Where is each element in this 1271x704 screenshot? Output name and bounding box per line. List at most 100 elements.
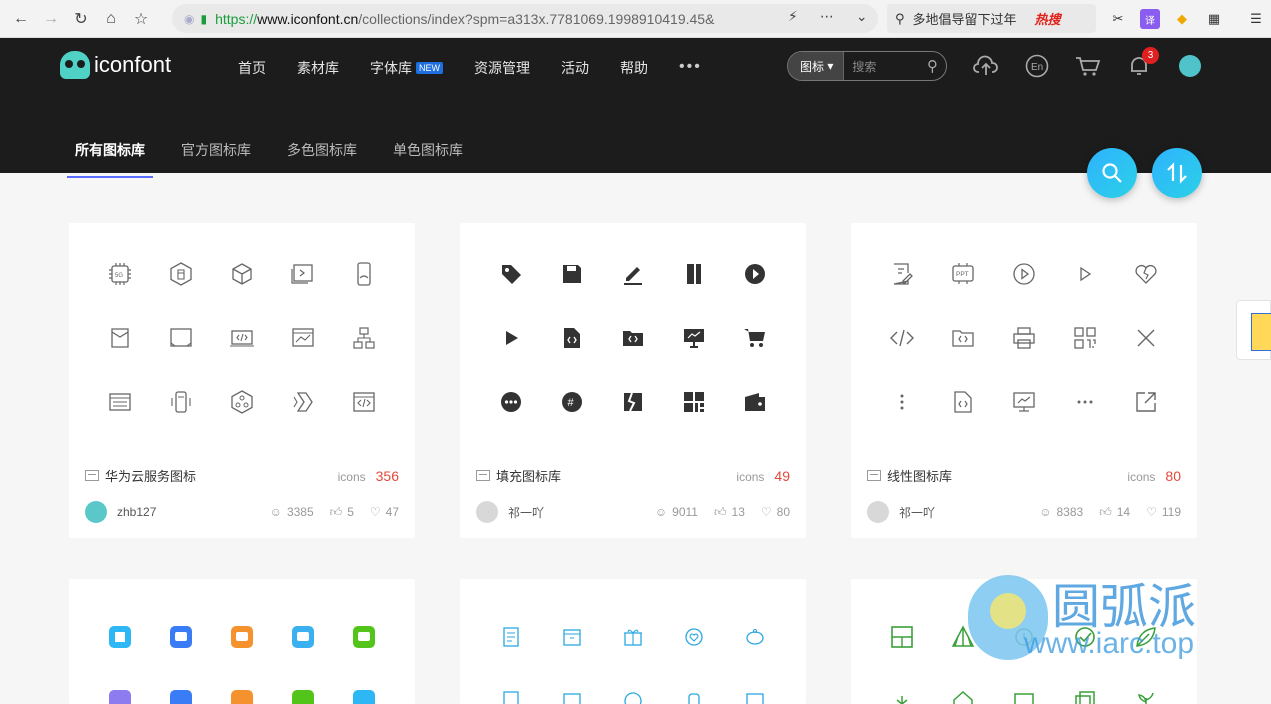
- cart-icon[interactable]: [1074, 53, 1102, 79]
- qr-code-icon: [663, 386, 724, 418]
- library-card[interactable]: PPT 线性图标库 icons 80 祁一吖 ☺ 8383 👍︎ 14 ♡ 119: [851, 223, 1197, 538]
- likes-count: 5: [347, 505, 354, 519]
- card-title[interactable]: 华为云服务图标: [105, 466, 196, 485]
- nav-materials[interactable]: 素材库: [297, 58, 339, 78]
- more-circle-icon: [480, 386, 541, 418]
- side-promo-widget[interactable]: [1236, 300, 1271, 360]
- author[interactable]: zhb127: [85, 501, 156, 523]
- nav-fonts[interactable]: 字体库 NEW: [370, 58, 443, 78]
- search-icon[interactable]: ⚲: [927, 57, 938, 75]
- icon-preview-grid: #: [480, 258, 786, 418]
- tab-all-libraries[interactable]: 所有图标库: [67, 140, 153, 178]
- icons-label: icons: [736, 469, 765, 484]
- scissors-icon[interactable]: ✂: [1108, 9, 1128, 29]
- svg-text:#: #: [567, 397, 574, 409]
- search-type-label: 图标: [800, 59, 825, 74]
- forward-icon[interactable]: →: [36, 4, 66, 34]
- reload-icon[interactable]: ↻: [66, 4, 96, 34]
- home-icon[interactable]: ⌂: [96, 4, 126, 34]
- nav-activities[interactable]: 活动: [561, 58, 589, 78]
- site-logo[interactable]: iconfont: [60, 51, 171, 79]
- likes-stat[interactable]: 👍︎ 14: [1099, 505, 1130, 520]
- apps-grid-icon[interactable]: ▦: [1204, 9, 1224, 29]
- blue-doc-icon: [480, 685, 541, 704]
- nav-resources[interactable]: 资源管理: [474, 58, 530, 78]
- more-dots-icon[interactable]: •••: [679, 58, 702, 78]
- chip-5g-icon: 5G: [89, 258, 150, 290]
- bell-icon[interactable]: 3: [1125, 47, 1159, 79]
- app-green-grid-icon: [272, 685, 333, 704]
- search-type-select[interactable]: 图标 ▾: [788, 52, 845, 80]
- svg-text:PPT: PPT: [956, 271, 969, 278]
- translate-icon[interactable]: 译: [1140, 9, 1160, 29]
- site-header: iconfont 首页 素材库 字体库 NEW 资源管理 活动 帮助 ••• 图标…: [0, 38, 1271, 178]
- more-dots-icon[interactable]: ⋯: [820, 8, 834, 25]
- users-count: 9011: [672, 505, 698, 519]
- upload-cloud-icon[interactable]: [972, 53, 1000, 79]
- language-icon[interactable]: En: [1023, 53, 1051, 79]
- likes-count: 14: [1116, 505, 1131, 519]
- hashtag-bubble-icon: #: [541, 386, 602, 418]
- nav-home[interactable]: 首页: [238, 58, 266, 78]
- broken-image-icon: [602, 386, 663, 418]
- more-horizontal-icon: [1054, 386, 1115, 418]
- bookmark-star-icon[interactable]: ☆: [126, 4, 156, 34]
- search-fab-button[interactable]: [1087, 148, 1137, 198]
- gift-icon: [602, 621, 663, 653]
- avatar: [85, 501, 107, 523]
- url-host: www.iconfont.cn: [257, 10, 359, 27]
- layers-icon: [1054, 685, 1115, 704]
- app-file-icon: [89, 621, 150, 653]
- icons-count: icons 80: [1127, 468, 1181, 484]
- author[interactable]: 祁一吖: [476, 501, 544, 523]
- favorites-stat[interactable]: ♡ 119: [1146, 505, 1181, 520]
- card-title[interactable]: 填充图标库: [496, 466, 561, 485]
- site-info-icon[interactable]: ◉: [184, 12, 194, 26]
- shield-icon[interactable]: ◆: [1172, 9, 1192, 29]
- card-title[interactable]: 线性图标库: [887, 466, 952, 485]
- heart-icon: ♡: [1146, 505, 1157, 519]
- icons-count-value: 49: [774, 467, 790, 484]
- favorites-stat[interactable]: ♡ 47: [370, 505, 399, 520]
- library-icon: [867, 470, 881, 481]
- library-card[interactable]: # 填充图标库 icons 49 祁一吖 ☺ 9011 👍︎ 13 ♡ 80: [460, 223, 806, 538]
- users-stat: ☺ 8383: [1039, 505, 1083, 520]
- icons-count-value: 80: [1165, 467, 1181, 484]
- iconfont-logo-icon: [60, 51, 90, 79]
- back-icon[interactable]: ←: [6, 4, 36, 34]
- menu-icon[interactable]: ☰: [1246, 9, 1266, 29]
- library-card[interactable]: 5G 华为云服务图标 icons 356 zhb127 ☺ 3385 👍︎ 5 ♡ 47: [69, 223, 415, 538]
- code-file-outline-icon: [932, 386, 993, 418]
- browser-search-box[interactable]: ⚲ 多地倡导留下过年 热搜: [887, 4, 1096, 33]
- users-count: 8383: [1056, 505, 1084, 519]
- search-input[interactable]: 搜索: [852, 58, 927, 75]
- document-icon: [480, 621, 541, 653]
- app-orange-grid-icon: [211, 685, 272, 704]
- tab-official-libraries[interactable]: 官方图标库: [173, 140, 259, 178]
- sort-fab-button[interactable]: [1152, 148, 1202, 198]
- user-avatar[interactable]: [1176, 53, 1204, 79]
- likes-stat[interactable]: 👍︎ 13: [714, 505, 745, 520]
- chevron-down-icon[interactable]: ⌄: [856, 8, 868, 25]
- library-card[interactable]: [69, 579, 415, 704]
- logo-text: iconfont: [94, 52, 172, 77]
- cube-icon: [211, 258, 272, 290]
- thumbs-up-icon: 👍︎: [713, 504, 727, 519]
- book-icon: [663, 258, 724, 290]
- address-bar[interactable]: ◉ ▮ https:// www.iconfont.cn /collection…: [172, 4, 878, 33]
- favorites-stat[interactable]: ♡ 80: [761, 505, 790, 520]
- icon-preview-grid: [89, 621, 395, 704]
- wallet-icon: [724, 386, 785, 418]
- lightning-icon[interactable]: ⚡: [788, 8, 798, 25]
- library-card[interactable]: [460, 579, 806, 704]
- author[interactable]: 祁一吖: [867, 501, 935, 523]
- watermark-url: www.iarc.top: [1024, 627, 1195, 660]
- likes-stat[interactable]: 👍︎ 5: [330, 505, 354, 520]
- blue-box-icon: [541, 685, 602, 704]
- play-circle-icon: [724, 258, 785, 290]
- shopping-cart-icon: [724, 322, 785, 354]
- nav-help[interactable]: 帮助: [620, 58, 648, 78]
- author-name: 祁一吖: [899, 505, 936, 520]
- tab-multicolor-libraries[interactable]: 多色图标库: [279, 140, 365, 178]
- tab-mono-libraries[interactable]: 单色图标库: [385, 140, 471, 178]
